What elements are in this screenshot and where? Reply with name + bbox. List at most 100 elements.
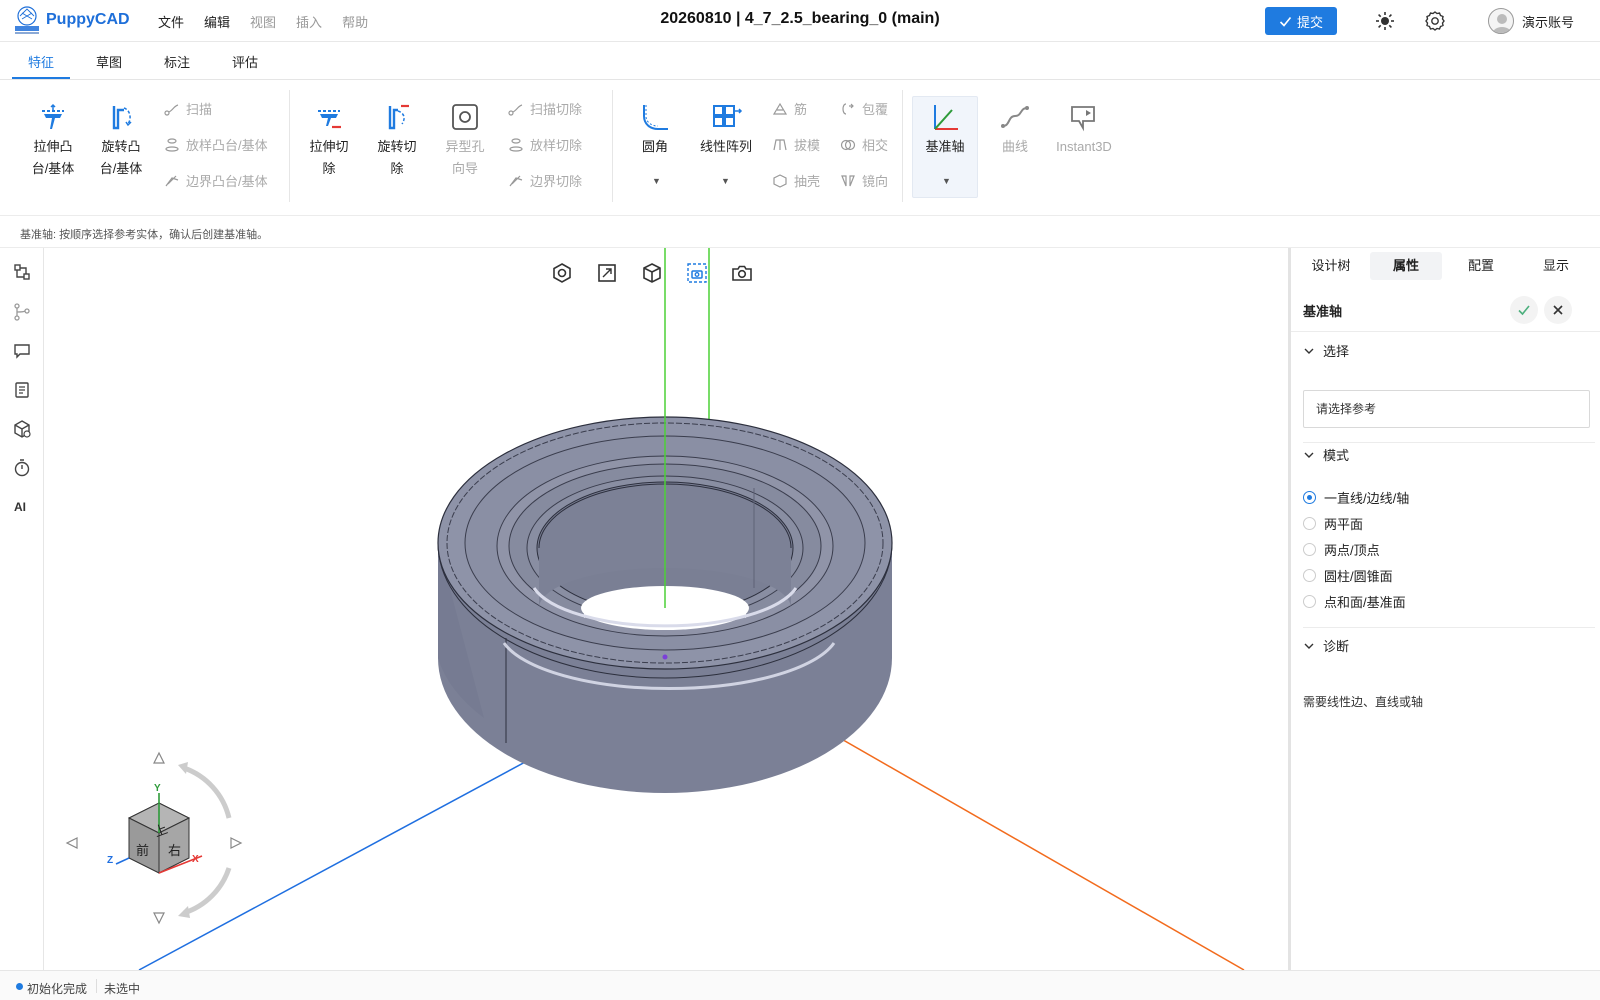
axis-z-label: Z (107, 855, 114, 866)
panel-tab-display[interactable]: 显示 (1520, 252, 1592, 280)
draft-label: 拔模 (794, 138, 821, 153)
rotate-up-arrow-icon[interactable] (153, 751, 165, 764)
check-icon (1279, 16, 1292, 27)
loft-boss-button[interactable]: 放样凸台/基体 (164, 135, 268, 154)
mode-radio-line-edge-axis[interactable]: 一直线/边线/轴 (1303, 488, 1409, 507)
boundary-cut-button[interactable]: 边界切除 (508, 171, 582, 190)
mode-option-label: 点和面/基准面 (1324, 595, 1406, 610)
fillet-button[interactable]: 圆角 (624, 102, 686, 158)
app-name: PuppyCAD (46, 11, 130, 28)
intersect-button[interactable]: 相交 (840, 135, 888, 154)
screenshot-camera-icon[interactable] (730, 261, 754, 285)
comment-icon[interactable] (12, 341, 32, 361)
mode-radio-point-plane[interactable]: 点和面/基准面 (1303, 592, 1406, 611)
tab-features[interactable]: 特征 (28, 52, 54, 71)
panel-tab-design-tree[interactable]: 设计树 (1295, 252, 1367, 280)
feature-tabs: 特征 草图 标注 评估 (0, 42, 1600, 80)
reference-select-input[interactable]: 请选择参考 (1303, 390, 1590, 428)
menu-help[interactable]: 帮助 (342, 12, 368, 31)
roll-ccw-arc-icon[interactable] (183, 867, 232, 916)
rib-button[interactable]: 筋 (772, 99, 807, 118)
revolve-cut-button[interactable]: 旋转切除 (366, 102, 428, 180)
timer-icon[interactable] (12, 458, 32, 478)
revolve-boss-button[interactable]: 旋转凸台/基体 (90, 102, 152, 180)
section-selection[interactable]: 选择 (1303, 341, 1349, 360)
display-style-icon[interactable] (550, 261, 574, 285)
ribbon-separator (612, 90, 613, 202)
loft-cut-button[interactable]: 放样切除 (508, 135, 582, 154)
panel-title: 基准轴 (1303, 304, 1343, 319)
mode-radio-two-points[interactable]: 两点/顶点 (1303, 540, 1380, 559)
fillet-dropdown-caret-icon[interactable]: ▼ (652, 176, 661, 186)
mode-radio-two-planes[interactable]: 两平面 (1303, 514, 1363, 533)
ai-assistant-button[interactable]: AI (14, 500, 26, 514)
revolve-boss-label: 旋转凸台/基体 (99, 139, 143, 176)
part-cube-icon[interactable] (12, 419, 32, 439)
document-list-icon[interactable] (12, 380, 32, 400)
branch-icon[interactable] (12, 302, 32, 322)
mode-option-label: 一直线/边线/轴 (1324, 491, 1410, 506)
extrude-boss-button[interactable]: 拉伸凸台/基体 (22, 102, 84, 180)
tab-annotation[interactable]: 标注 (164, 52, 190, 71)
chevron-down-icon (1304, 348, 1314, 354)
section-capture-icon[interactable] (685, 261, 709, 285)
menu-view[interactable]: 视图 (250, 12, 276, 31)
sweep-icon (164, 103, 179, 116)
zoom-fit-icon[interactable] (595, 261, 619, 285)
settings-gear-icon[interactable] (1424, 10, 1446, 32)
curve-button[interactable]: 曲线 (984, 102, 1046, 158)
view-front-face[interactable]: 前 (136, 840, 149, 859)
roll-cw-arc-icon[interactable] (183, 765, 232, 819)
fillet-icon (643, 105, 668, 130)
sweep-button[interactable]: 扫描 (164, 99, 212, 118)
ref-axis-button[interactable]: 基准轴 (914, 102, 976, 158)
section-diagnosis[interactable]: 诊断 (1303, 636, 1349, 655)
view-cube-navigator[interactable]: 上 前 右 Y X Z (64, 748, 254, 938)
shell-button[interactable]: 抽壳 (772, 171, 820, 190)
curve-label: 曲线 (1001, 139, 1028, 154)
mode-radio-cylinder-cone[interactable]: 圆柱/圆锥面 (1303, 566, 1393, 585)
view-right-face[interactable]: 右 (168, 840, 181, 859)
view-orientation-cube-icon[interactable] (640, 261, 664, 285)
account-menu[interactable]: 演示账号 (1488, 8, 1574, 34)
wrap-button[interactable]: 包覆 (840, 99, 888, 118)
hole-wizard-button[interactable]: 异型孔向导 (434, 102, 496, 180)
assembly-tree-icon[interactable] (12, 262, 32, 282)
theme-sun-icon[interactable] (1374, 10, 1396, 32)
panel-tab-properties[interactable]: 属性 (1370, 252, 1442, 280)
mirror-button[interactable]: 镜向 (840, 171, 888, 190)
confirm-button[interactable] (1510, 296, 1538, 324)
ref-geometry-dropdown-caret-icon[interactable]: ▼ (942, 176, 951, 186)
linear-pattern-button[interactable]: 线性阵列 (692, 102, 760, 158)
sweep-cut-button[interactable]: 扫描切除 (508, 99, 582, 118)
draft-icon (773, 138, 787, 150)
radio-unselected-icon (1303, 543, 1316, 556)
mirror-label: 镜向 (862, 174, 889, 189)
menu-edit[interactable]: 编辑 (204, 12, 230, 31)
ref-axis-icon (934, 105, 958, 130)
cancel-button[interactable] (1544, 296, 1572, 324)
rotate-left-arrow-icon[interactable] (65, 837, 78, 849)
chevron-down-icon (1304, 452, 1314, 458)
menu-insert[interactable]: 插入 (296, 12, 322, 31)
panel-tab-configuration[interactable]: 配置 (1445, 252, 1517, 280)
menu-file[interactable]: 文件 (158, 12, 184, 31)
3d-viewport[interactable]: 上 前 右 Y X Z (44, 248, 1288, 970)
avatar-icon (1488, 8, 1514, 34)
tab-sketch[interactable]: 草图 (96, 52, 122, 71)
rotate-down-arrow-icon[interactable] (153, 912, 165, 925)
rotate-right-arrow-icon[interactable] (230, 837, 243, 849)
instant3d-button[interactable]: Instant3D (1046, 102, 1122, 158)
status-bar: 初始化完成 未选中 (0, 970, 1600, 1000)
tab-evaluate[interactable]: 评估 (232, 52, 258, 71)
status-selection: 未选中 (104, 982, 141, 996)
confirm-check-icon (1518, 305, 1530, 316)
boundary-boss-button[interactable]: 边界凸台/基体 (164, 171, 268, 190)
draft-button[interactable]: 拔模 (772, 135, 820, 154)
submit-button[interactable]: 提交 (1265, 7, 1337, 35)
mode-option-label: 圆柱/圆锥面 (1324, 569, 1393, 584)
app-logo[interactable]: PuppyCAD (12, 5, 130, 35)
section-mode[interactable]: 模式 (1303, 445, 1349, 464)
pattern-dropdown-caret-icon[interactable]: ▼ (721, 176, 730, 186)
extrude-cut-button[interactable]: 拉伸切除 (298, 102, 360, 180)
